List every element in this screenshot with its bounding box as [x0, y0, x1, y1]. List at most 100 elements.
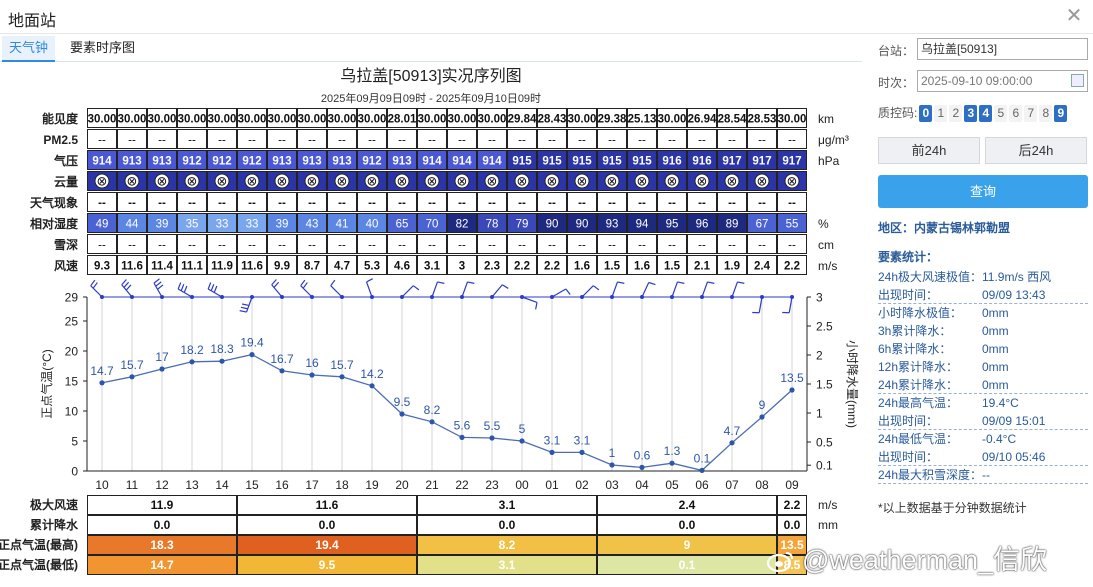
stat-row: 24h最高气温：19.4°C [878, 394, 1088, 412]
table-cell-value: 913 [332, 156, 351, 168]
table-cell-value: 29.84 [508, 114, 537, 126]
tab-element-timeseries[interactable]: 要素时序图 [63, 36, 142, 62]
x-tick-label: 07 [725, 478, 739, 492]
tab-weather-clock[interactable]: 天气钟 [2, 36, 55, 62]
table-cell-value: -- [98, 240, 106, 252]
cloud-cover-value: ⊗ [787, 174, 798, 189]
stat-key: 出现时间： [878, 448, 938, 466]
table-cell-value: 40 [366, 219, 379, 231]
next-24h-button[interactable]: 后24h [985, 137, 1087, 164]
temperature-point [219, 359, 224, 364]
table-cell-value: -- [728, 240, 736, 252]
stat-key: 24h累计降水： [878, 376, 958, 394]
table-row-label: 天气现象 [30, 195, 78, 210]
table-cell-value: -- [428, 240, 436, 252]
x-tick-label: 03 [605, 478, 619, 492]
table-row-label: 云量 [54, 175, 78, 189]
qc-code-2[interactable]: 2 [949, 105, 962, 122]
left-axis-tick-label: 29 [65, 291, 79, 305]
stat-value: 09/09 13:43 [982, 286, 1045, 304]
table-cell-value: 2.2 [514, 261, 530, 273]
sidebar: 台站： 乌拉盖[50913] 时次： 2025-09-10 09:00:00 质… [868, 36, 1093, 584]
table-cell-value: 28.01 [388, 114, 417, 126]
cloud-cover-value: ⊗ [247, 174, 258, 189]
qc-code-3[interactable]: 3 [964, 105, 977, 122]
temperature-point [729, 440, 734, 445]
temperature-value-label: 5 [519, 422, 526, 436]
station-input[interactable]: 乌拉盖[50913] [917, 38, 1088, 60]
cloud-cover-value: ⊗ [127, 174, 138, 189]
table-cell-value: 11.6 [241, 261, 263, 273]
stat-row: 24h最低气温：-0.4°C [878, 430, 1088, 448]
table-cell-value: 30.00 [148, 114, 177, 126]
table-cell-value: -- [458, 240, 466, 252]
table-cell-value: -- [488, 135, 496, 147]
cloud-cover-value: ⊗ [217, 174, 228, 189]
cloud-cover-value: ⊗ [607, 174, 618, 189]
table-cell-value: -- [788, 240, 796, 252]
table-cell-value: 44 [126, 219, 139, 231]
chart-title: 乌拉盖[50913]实况序列图 [340, 67, 521, 85]
query-button[interactable]: 查询 [878, 175, 1088, 208]
qc-code-9[interactable]: 9 [1054, 105, 1067, 122]
table-cell-value: 1.6 [574, 261, 590, 273]
table-cell-value: 29.38 [598, 114, 627, 126]
summary-row-label: 累计降水 [30, 517, 79, 532]
stat-row: 24h极大风速极值：11.9m/s 西风 [878, 268, 1088, 286]
cloud-cover-value: ⊗ [487, 174, 498, 189]
table-row-label: 能见度 [42, 111, 79, 126]
cloud-cover-value: ⊗ [427, 174, 438, 189]
stat-value: 0mm [982, 304, 1009, 322]
qc-code-6[interactable]: 6 [1009, 105, 1022, 122]
temperature-value-label: 5.6 [454, 418, 471, 432]
temperature-point [339, 374, 344, 379]
table-cell-value: 3 [459, 261, 465, 273]
calendar-icon[interactable] [1071, 74, 1084, 87]
qc-code-1[interactable]: 1 [934, 105, 947, 122]
time-input[interactable]: 2025-09-10 09:00:00 [917, 70, 1088, 92]
cloud-cover-value: ⊗ [577, 174, 588, 189]
summary-row-unit: m/s [818, 498, 837, 512]
x-tick-label: 11 [126, 478, 139, 492]
qc-code-0[interactable]: 0 [919, 105, 932, 122]
table-cell-value: -- [128, 240, 136, 252]
table-cell-value: -- [728, 198, 736, 210]
temperature-value-label: 14.2 [360, 367, 384, 381]
temperature-point [669, 461, 674, 466]
summary-cell-value: 2.4 [679, 498, 696, 512]
table-cell-value: -- [758, 240, 766, 252]
wind-barb-icon [610, 282, 624, 299]
table-cell-value: -- [398, 135, 406, 147]
right-axis-tick-label: 2.5 [816, 320, 833, 334]
table-cell-value: 4.6 [394, 261, 410, 273]
temperature-point [399, 411, 404, 416]
table-cell-value: 30.00 [328, 114, 357, 126]
table-cell-value: 55 [786, 219, 799, 231]
wind-barb-icon [367, 279, 374, 299]
table-cell-value: 30.00 [88, 114, 117, 126]
table-cell-value: -- [668, 240, 676, 252]
temperature-point [369, 383, 374, 388]
stat-row: 24h累计降水：0mm [878, 376, 1088, 394]
qc-code-5[interactable]: 5 [994, 105, 1007, 122]
station-chart: 乌拉盖[50913]实况序列图2025年09月09日09时 - 2025年09月… [0, 62, 862, 584]
temperature-point [249, 352, 254, 357]
close-icon[interactable]: ✕ [1065, 5, 1083, 27]
table-cell-value: -- [668, 198, 676, 210]
wind-barb-icon [670, 282, 684, 299]
table-cell-value: 78 [486, 219, 499, 231]
table-cell-value: 914 [482, 156, 502, 168]
stat-key: 6h累计降水： [878, 340, 951, 358]
table-cell-value: 914 [92, 156, 112, 168]
table-cell-value: -- [788, 135, 796, 147]
qc-code-8[interactable]: 8 [1039, 105, 1052, 122]
table-cell-value: -- [548, 135, 556, 147]
table-cell-value: -- [248, 198, 256, 210]
prev-24h-button[interactable]: 前24h [878, 137, 980, 164]
left-axis-tick-label: 20 [65, 345, 79, 359]
stat-value: 0mm [982, 358, 1009, 376]
qc-code-4[interactable]: 4 [979, 105, 992, 122]
table-cell-value: 1.5 [664, 261, 681, 273]
x-tick-label: 23 [485, 478, 499, 492]
qc-code-7[interactable]: 7 [1024, 105, 1037, 122]
